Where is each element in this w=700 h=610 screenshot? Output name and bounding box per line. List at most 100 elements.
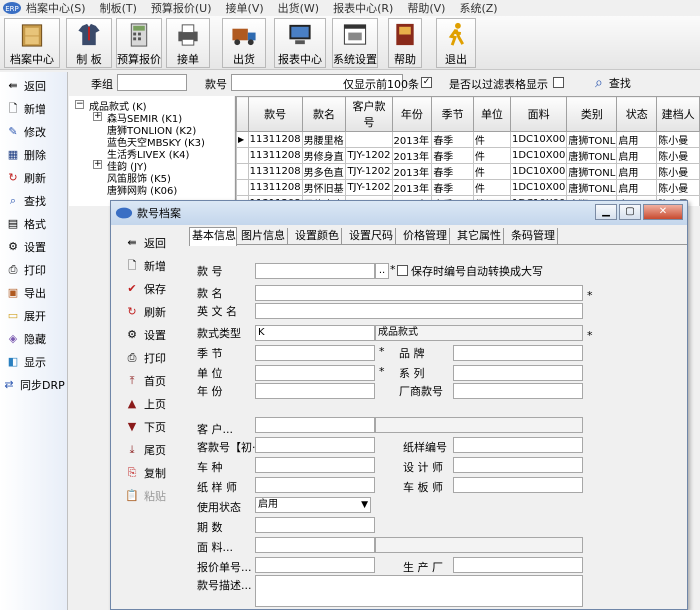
column-header[interactable]: 建档人 <box>656 96 700 132</box>
style-type-code-input[interactable]: K <box>255 325 375 341</box>
status-select[interactable]: 启用 ▼ <box>255 497 371 513</box>
paper-code-input[interactable] <box>453 437 583 453</box>
menu-help[interactable]: 帮助(V) <box>407 0 445 16</box>
table-row[interactable]: 11311208 男怀旧基 TJY-1202 2013年 春季件 1DC10X00 唐狮TO… <box>236 179 700 196</box>
fabric-input[interactable] <box>255 537 375 553</box>
menu-archive[interactable]: 档案中心(S) <box>26 0 86 16</box>
series-input[interactable] <box>453 365 583 381</box>
dialog-title-bar[interactable]: 款号档案 ▁ ▢ ✕ <box>111 201 687 225</box>
exit-button[interactable]: 退出 <box>436 18 476 68</box>
dialog-nav-new[interactable]: 🗋 新增 <box>125 256 166 276</box>
customer-code-input[interactable] <box>255 437 375 453</box>
tab-sizes[interactable]: 设置尺码 <box>347 228 396 245</box>
archive-center-button[interactable]: 档案中心 <box>4 18 60 68</box>
dialog-nav-print[interactable]: ⎙ 打印 <box>125 348 166 368</box>
name-input[interactable] <box>255 285 583 301</box>
nav-sync-drp[interactable]: ⇄ 同步DRP <box>2 375 64 395</box>
uppercase-checkbox[interactable] <box>397 265 408 276</box>
dialog-nav-last[interactable]: ⤓ 尾页 <box>125 440 166 460</box>
column-header[interactable]: 客户款号 <box>345 96 393 132</box>
column-header[interactable]: 季节 <box>431 96 474 132</box>
nav-expand[interactable]: ▭ 展开 <box>6 306 46 326</box>
table-row[interactable]: 11311208 男修身直 TJY-1202 2013年 春季件 1DC10X00 唐狮TO… <box>236 147 700 164</box>
dialog-nav-next[interactable]: ▼ 下页 <box>125 417 166 437</box>
budget-quote-button[interactable]: 预算报价 <box>116 18 162 68</box>
table-row[interactable]: ▶ 11311208 男腰里格 2013年 春季件 1DC10X00 唐狮TONL 启用 陈小… <box>236 131 700 148</box>
minimize-button[interactable]: ▁ <box>595 204 617 220</box>
dialog-nav-refresh[interactable]: ↻ 刷新 <box>125 302 166 322</box>
column-header[interactable]: 面料 <box>509 96 568 132</box>
dialog-nav-first[interactable]: ⤒ 首页 <box>125 371 166 391</box>
tab-basic-info[interactable]: 基本信息 <box>189 227 237 246</box>
dialog-nav-paste[interactable]: 📋 粘贴 <box>125 486 166 506</box>
year-input[interactable] <box>255 383 375 399</box>
menu-reports[interactable]: 报表中心(R) <box>333 0 393 16</box>
nav-hide[interactable]: ◈ 隐藏 <box>6 329 46 349</box>
tab-colors[interactable]: 设置颜色 <box>293 228 342 245</box>
nav-export[interactable]: ▣ 导出 <box>6 283 46 303</box>
nav-format[interactable]: ▤ 格式 <box>6 214 46 234</box>
nav-find[interactable]: ⌕ 查找 <box>6 191 46 211</box>
nav-edit[interactable]: ✎ 修改 <box>6 122 46 142</box>
nav-show[interactable]: ◧ 显示 <box>6 352 46 372</box>
description-textarea[interactable] <box>255 575 583 607</box>
tab-images[interactable]: 图片信息 <box>239 228 288 245</box>
quote-number-input[interactable] <box>255 557 375 573</box>
code-input[interactable] <box>255 263 375 279</box>
column-header[interactable]: 类别 <box>566 96 618 132</box>
column-header[interactable]: 款号 <box>247 96 303 132</box>
top100-checkbox[interactable]: ✓ <box>421 77 432 88</box>
dialog-nav-back[interactable]: ⇚ 返回 <box>125 233 166 253</box>
factory-code-input[interactable] <box>453 383 583 399</box>
tab-prices[interactable]: 价格管理 <box>401 228 450 245</box>
menu-plate[interactable]: 制板(T) <box>100 0 137 16</box>
code-lookup-button[interactable]: .. <box>375 263 389 279</box>
season-group-input[interactable] <box>117 74 187 91</box>
accept-order-button[interactable]: 接单 <box>166 18 210 68</box>
search-button[interactable]: ⌕ 查找 <box>595 74 631 92</box>
nav-refresh[interactable]: ↻ 刷新 <box>6 168 46 188</box>
table-row[interactable]: 11311208 男多色直 TJY-1202 2013年 春季件 1DC10X00 唐狮TO… <box>236 163 700 180</box>
close-button[interactable]: ✕ <box>643 204 683 220</box>
menu-shipping[interactable]: 出货(W) <box>278 0 319 16</box>
nav-back[interactable]: ⇚ 返回 <box>6 76 46 96</box>
customer-input[interactable] <box>255 417 375 433</box>
menu-order[interactable]: 接单(V) <box>226 0 264 16</box>
plate-button[interactable]: 制 板 <box>66 18 112 68</box>
tree-node[interactable]: 唐狮网购 (K06) <box>107 182 177 197</box>
dialog-nav-copy[interactable]: ⎘ 复制 <box>125 463 166 483</box>
column-header[interactable]: 单位 <box>472 96 511 132</box>
english-name-input[interactable] <box>255 303 583 319</box>
tab-barcodes[interactable]: 条码管理 <box>509 228 558 245</box>
dialog-nav-settings[interactable]: ⚙ 设置 <box>125 325 166 345</box>
category-input[interactable] <box>255 457 375 473</box>
season-input[interactable] <box>255 345 375 361</box>
tree-collapse-icon[interactable]: − <box>75 100 84 109</box>
unit-input[interactable] <box>255 365 375 381</box>
tree-expand-icon[interactable]: + <box>93 160 102 169</box>
manufacturer-input[interactable] <box>453 557 583 573</box>
nav-settings[interactable]: ⚙ 设置 <box>6 237 46 257</box>
column-header[interactable]: 款名 <box>301 96 347 132</box>
menu-system[interactable]: 系统(Z) <box>459 0 497 16</box>
menu-quote[interactable]: 预算报价(U) <box>151 0 212 16</box>
filter-display-checkbox[interactable] <box>553 77 564 88</box>
designer-input[interactable] <box>453 457 583 473</box>
system-settings-button[interactable]: 系统设置 <box>332 18 378 68</box>
nav-new[interactable]: 🗋 新增 <box>6 99 46 119</box>
pattern-maker-input[interactable] <box>255 477 375 493</box>
nav-print[interactable]: ⎙ 打印 <box>6 260 46 280</box>
qty-input[interactable] <box>255 517 375 533</box>
tab-other-attributes[interactable]: 其它属性 <box>455 228 504 245</box>
plate-maker-input[interactable] <box>453 477 583 493</box>
maximize-button[interactable]: ▢ <box>619 204 641 220</box>
shipping-button[interactable]: 出货 <box>222 18 266 68</box>
column-header[interactable]: 年份 <box>391 96 433 132</box>
report-center-button[interactable]: 报表中心 <box>274 18 326 68</box>
dialog-nav-prev[interactable]: ▲ 上页 <box>125 394 166 414</box>
brand-input[interactable] <box>453 345 583 361</box>
tree-expand-icon[interactable]: + <box>93 112 102 121</box>
column-header[interactable]: 状态 <box>616 96 658 132</box>
dialog-nav-save[interactable]: ✔ 保存 <box>125 279 166 299</box>
help-button[interactable]: 帮助 <box>388 18 422 68</box>
